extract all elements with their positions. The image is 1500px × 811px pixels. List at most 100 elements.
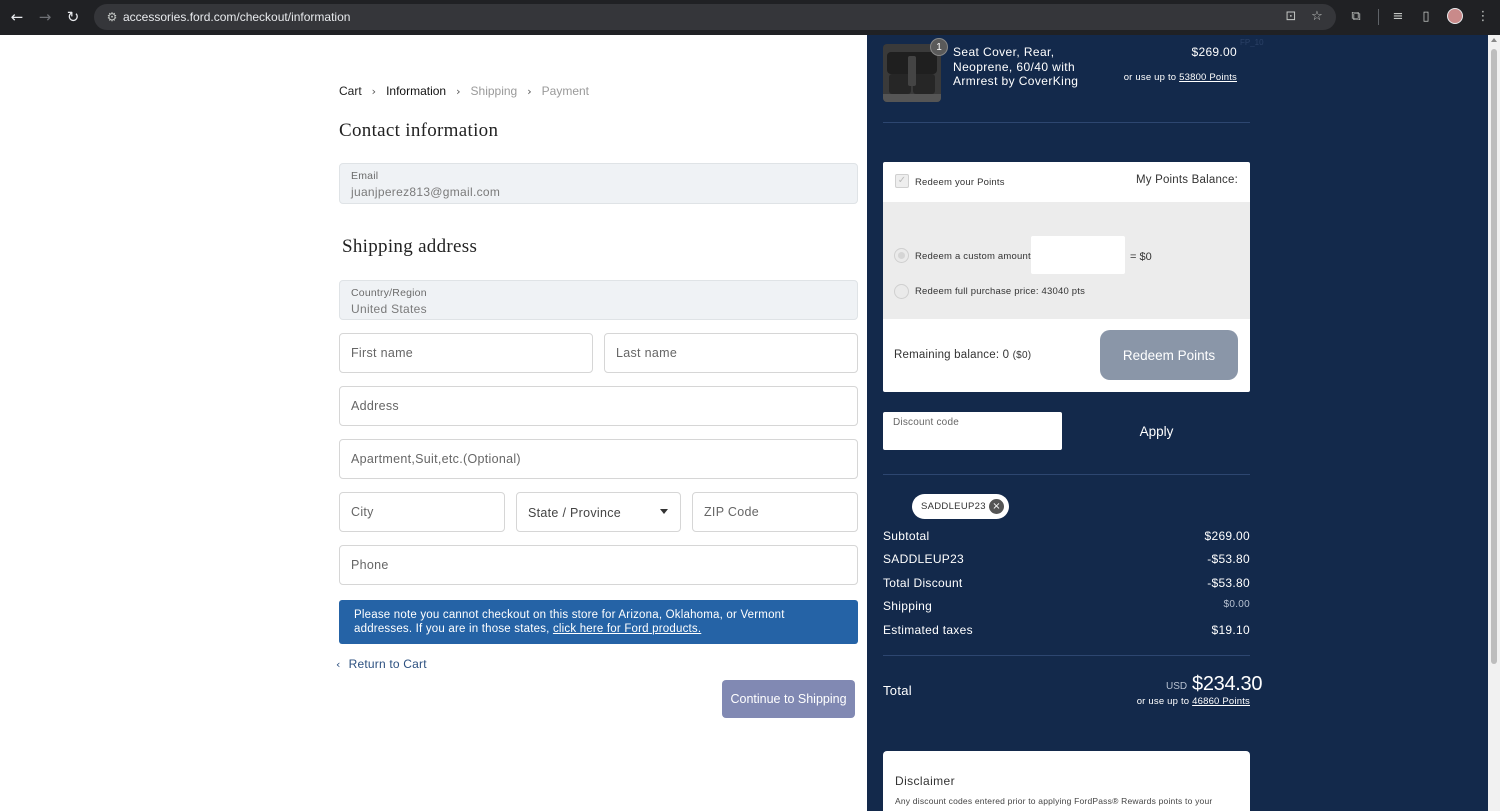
custom-amount-radio[interactable] — [894, 248, 909, 263]
redeem-points-checkbox[interactable]: ✓ — [895, 174, 909, 188]
shipping-label: Shipping — [883, 599, 933, 613]
subtotal-value: $269.00 — [1204, 529, 1250, 543]
subtotal-label: Subtotal — [883, 529, 930, 543]
address-bar[interactable]: ⚙ accessories.ford.com/checkout/informat… — [94, 4, 1336, 30]
total-points-link[interactable]: 46860 Points — [1192, 696, 1250, 707]
country-label: Country/Region — [351, 287, 427, 299]
email-value: juanjperez813@gmail.com — [351, 185, 501, 199]
breadcrumb-information: Information — [386, 84, 447, 98]
custom-amount-input[interactable] — [1031, 236, 1125, 274]
chevron-right-icon: › — [456, 84, 461, 98]
back-icon[interactable]: ← — [7, 7, 27, 27]
scroll-up-icon[interactable] — [1491, 38, 1497, 42]
divider — [883, 655, 1250, 656]
state-restriction-notice: Please note you cannot checkout on this … — [339, 600, 858, 644]
total-points-prefix: or use up to — [1136, 696, 1193, 707]
install-icon[interactable]: ⊡ — [1281, 7, 1301, 27]
product-price: $269.00 — [1191, 45, 1237, 59]
applied-discount-code: SADDLEUP23 — [921, 501, 986, 512]
full-purchase-radio[interactable] — [894, 284, 909, 299]
avatar[interactable] — [1447, 8, 1463, 24]
ford-products-link[interactable]: click here for Ford products. — [553, 623, 701, 635]
caret-down-icon — [660, 509, 668, 514]
discount-code-row-value: -$53.80 — [1207, 552, 1250, 566]
subtotal-row: Subtotal $269.00 — [883, 529, 1250, 545]
apartment-input[interactable] — [340, 440, 857, 478]
total-label: Total — [883, 683, 912, 698]
continue-to-shipping-button[interactable]: Continue to Shipping — [722, 680, 855, 718]
faint-label: FP_10 — [1240, 38, 1264, 47]
city-input[interactable] — [340, 493, 504, 531]
total-value: $234.30 — [1192, 673, 1263, 695]
last-name-field[interactable] — [604, 333, 858, 373]
address-input[interactable] — [340, 387, 857, 425]
discount-code-row: SADDLEUP23 -$53.80 — [883, 552, 1250, 568]
toolbar-divider — [1378, 9, 1379, 25]
reload-icon[interactable]: ↻ — [63, 7, 83, 27]
last-name-input[interactable] — [605, 334, 857, 372]
remaining-balance-label: Remaining balance: 0 — [894, 349, 1010, 361]
disclaimer-text: Any discount codes entered prior to appl… — [895, 796, 1213, 806]
return-to-cart-link[interactable]: ‹ Return to Cart — [336, 657, 427, 671]
total-discount-value: -$53.80 — [1207, 576, 1250, 590]
phone-field[interactable] — [339, 545, 858, 585]
forward-icon[interactable]: → — [35, 7, 55, 27]
star-icon[interactable]: ☆ — [1307, 7, 1327, 27]
country-value: United States — [351, 302, 427, 316]
zip-input[interactable] — [693, 493, 857, 531]
points-balance-label: My Points Balance: — [1135, 174, 1238, 186]
breadcrumb-payment: Payment — [541, 84, 589, 98]
breadcrumb-cart[interactable]: Cart — [339, 84, 362, 98]
shipping-row: Shipping $0.00 — [883, 599, 1250, 615]
redeem-points-label: Redeem your Points — [915, 177, 1005, 188]
browser-toolbar: ← → ↻ ⚙ accessories.ford.com/checkout/in… — [0, 0, 1500, 35]
divider — [883, 122, 1250, 123]
media-icon[interactable]: ≡ — [1388, 7, 1408, 27]
phone-input[interactable] — [340, 546, 857, 584]
total-discount-row: Total Discount -$53.80 — [883, 576, 1250, 592]
chevron-left-icon: ‹ — [336, 657, 341, 671]
country-field[interactable]: Country/Region United States — [339, 280, 858, 320]
return-to-cart-label: Return to Cart — [348, 657, 427, 671]
city-field[interactable] — [339, 492, 505, 532]
discount-code-field[interactable]: Discount code — [883, 412, 1062, 450]
state-select[interactable]: State / Province — [516, 492, 681, 532]
first-name-input[interactable] — [340, 334, 592, 372]
state-select-value: State / Province — [528, 506, 622, 520]
discount-code-label: Discount code — [893, 417, 959, 428]
breadcrumb-shipping: Shipping — [470, 84, 518, 98]
product-name: Seat Cover, Rear, Neoprene, 60/40 with A… — [953, 45, 1079, 88]
remove-discount-icon[interactable]: × — [989, 499, 1004, 514]
custom-amount-equals: = $0 — [1130, 251, 1152, 263]
remaining-balance: Remaining balance: 0 ($0) — [894, 349, 1031, 361]
sidepanel-icon[interactable]: ▯ — [1416, 7, 1436, 27]
product-points-prefix: or use up to — [1123, 72, 1180, 83]
tune-icon[interactable]: ⚙ — [102, 7, 122, 27]
taxes-value: $19.10 — [1211, 623, 1250, 637]
extensions-icon[interactable]: ⧉ — [1346, 7, 1366, 27]
points-redemption-card: ✓ Redeem your Points My Points Balance: … — [883, 162, 1250, 392]
first-name-field[interactable] — [339, 333, 593, 373]
address-field[interactable] — [339, 386, 858, 426]
zip-field[interactable] — [692, 492, 858, 532]
scrollbar[interactable] — [1488, 35, 1500, 811]
total-currency: USD — [1166, 681, 1188, 692]
email-label: Email — [351, 170, 379, 182]
scrollbar-thumb[interactable] — [1491, 49, 1497, 664]
applied-discount-chip: SADDLEUP23 × — [912, 494, 1009, 519]
contact-heading: Contact information — [339, 120, 499, 141]
shipping-heading: Shipping address — [342, 236, 478, 257]
taxes-row: Estimated taxes $19.10 — [883, 623, 1250, 639]
product-points: or use up to 53800 Points — [1100, 72, 1237, 83]
divider — [883, 474, 1250, 475]
apply-discount-button[interactable]: Apply — [1063, 412, 1250, 450]
custom-amount-label: Redeem a custom amount — [915, 251, 1031, 262]
url-text[interactable]: accessories.ford.com/checkout/informatio… — [123, 4, 350, 30]
email-field[interactable]: Email juanjperez813@gmail.com — [339, 163, 858, 204]
discount-code-row-label: SADDLEUP23 — [883, 552, 965, 566]
redeem-options: Redeem a custom amount = $0 Redeem full … — [883, 202, 1250, 319]
menu-icon[interactable]: ⋮ — [1473, 7, 1493, 27]
product-points-link[interactable]: 53800 Points — [1179, 72, 1237, 83]
apartment-field[interactable] — [339, 439, 858, 479]
redeem-points-button[interactable]: Redeem Points — [1100, 330, 1238, 380]
